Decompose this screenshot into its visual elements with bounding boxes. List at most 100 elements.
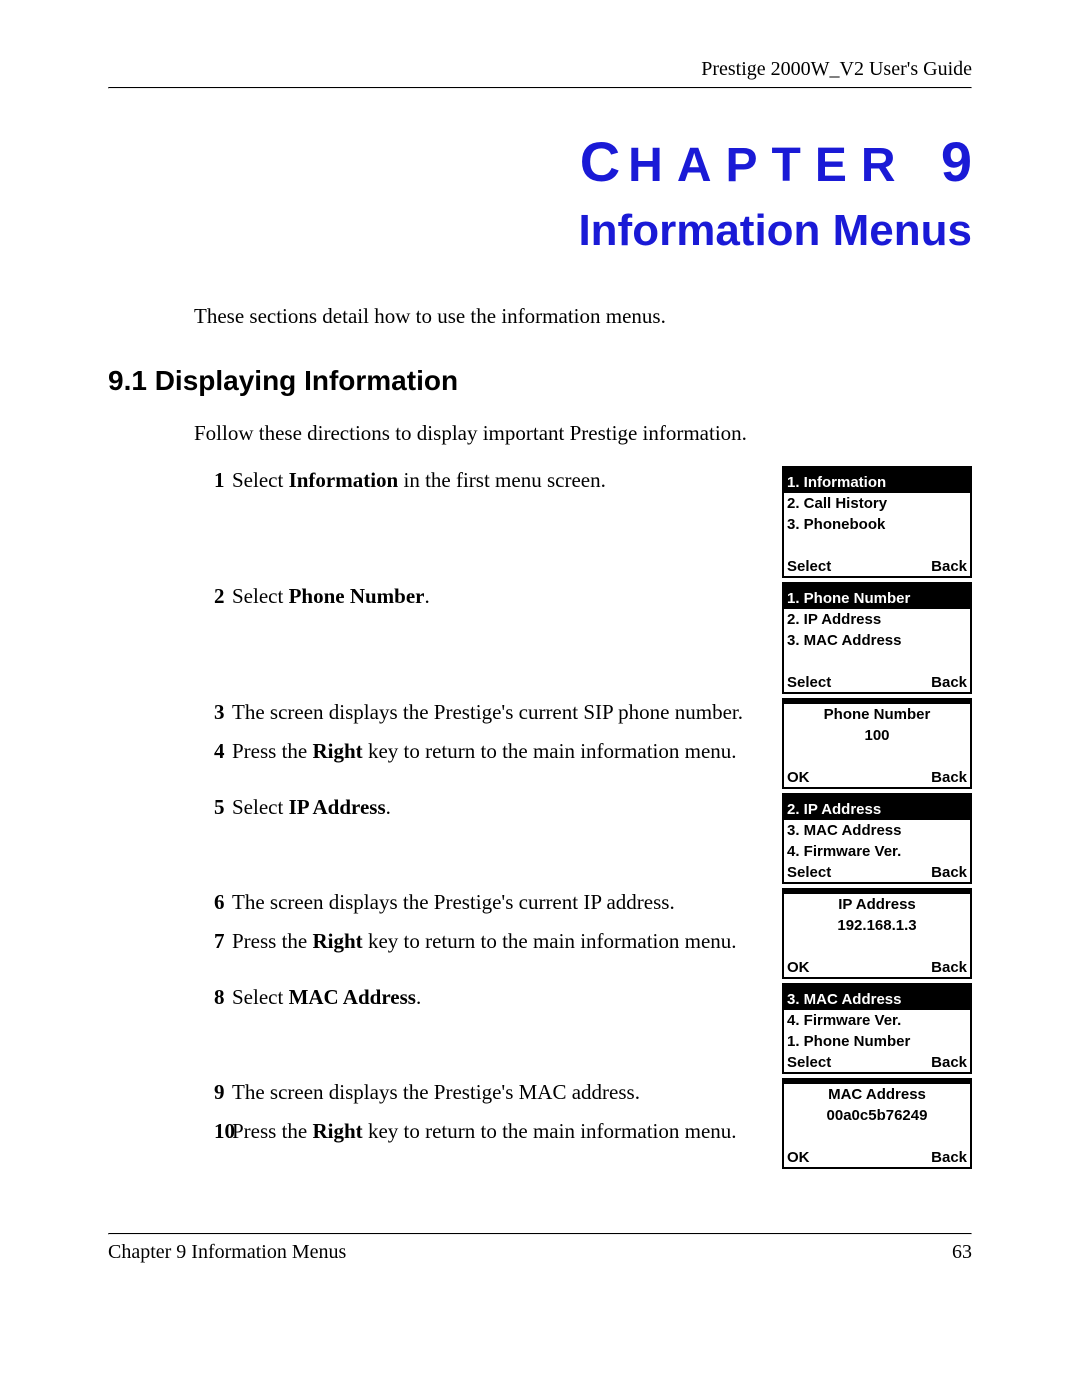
softkey-left: OK	[787, 769, 810, 786]
text: Select	[232, 985, 289, 1009]
step-num: 6	[214, 888, 232, 917]
text: key to return to the main information me…	[363, 929, 737, 953]
screen-row: 3. MAC Address	[784, 630, 970, 651]
step-4: 4 Press the Right key to return to the m…	[214, 737, 770, 766]
screen-row: 4. Firmware Ver.	[784, 841, 970, 862]
screen-blank	[784, 651, 970, 672]
screen-footer: OK Back	[784, 767, 970, 787]
step-num: 3	[214, 698, 232, 727]
chapter-number: 9	[941, 130, 972, 193]
step-row-5: 6 The screen displays the Prestige's cur…	[214, 888, 972, 983]
softkey-left: Select	[787, 1054, 831, 1071]
screen-title: 1. Phone Number	[784, 588, 970, 609]
step-text: Press the Right key to return to the mai…	[232, 737, 737, 766]
chapter-label: CHAPTER 9	[580, 139, 972, 192]
text: Press the	[232, 1119, 313, 1143]
screen-value: 100	[784, 725, 970, 746]
chapter-label-block: CHAPTER 9	[108, 89, 972, 206]
screen-blank	[784, 1126, 970, 1147]
screen-title: 2. IP Address	[784, 799, 970, 820]
bold: Right	[313, 1119, 363, 1143]
bold: IP Address	[289, 795, 386, 819]
step-num: 10	[214, 1117, 232, 1146]
chapter-rest: HAPTER	[628, 139, 909, 192]
screen-footer: Select Back	[784, 862, 970, 882]
step-text: Select MAC Address.	[232, 983, 421, 1012]
text: .	[386, 795, 391, 819]
bold: Phone Number	[289, 584, 425, 608]
chapter-c: C	[580, 130, 628, 193]
step-1: 1 Select Information in the first menu s…	[214, 466, 770, 495]
softkey-right: Back	[931, 864, 967, 881]
step-num: 4	[214, 737, 232, 766]
softkey-left: Select	[787, 674, 831, 691]
step-8: 8 Select MAC Address.	[214, 983, 770, 1012]
screen-5: IP Address 192.168.1.3 OK Back	[782, 888, 972, 979]
step-6: 6 The screen displays the Prestige's cur…	[214, 888, 770, 917]
softkey-left: OK	[787, 1149, 810, 1166]
step-num: 1	[214, 466, 232, 495]
softkey-right: Back	[931, 558, 967, 575]
text: Select	[232, 468, 289, 492]
text: in the first menu screen.	[398, 468, 606, 492]
step-9: 9 The screen displays the Prestige's MAC…	[214, 1078, 770, 1107]
screen-row: 2. Call History	[784, 493, 970, 514]
step-text: The screen displays the Prestige's curre…	[232, 698, 743, 727]
screen-row: 3. Phonebook	[784, 514, 970, 535]
step-10: 10 Press the Right key to return to the …	[214, 1117, 770, 1146]
step-text: The screen displays the Prestige's curre…	[232, 888, 675, 917]
step-num: 8	[214, 983, 232, 1012]
screen-row: 2. IP Address	[784, 609, 970, 630]
footer-line: Chapter 9 Information Menus 63	[108, 1235, 972, 1264]
steps-screens: 1 Select Information in the first menu s…	[214, 466, 972, 1173]
screen-title: IP Address	[784, 894, 970, 915]
softkey-right: Back	[931, 959, 967, 976]
screen-row: 4. Firmware Ver.	[784, 1010, 970, 1031]
screen-blank	[784, 535, 970, 556]
step-row-4: 5 Select IP Address. 2. IP Address 3. MA…	[214, 793, 972, 888]
screen-value: 00a0c5b76249	[784, 1105, 970, 1126]
step-num: 2	[214, 582, 232, 611]
step-text: Press the Right key to return to the mai…	[232, 927, 737, 956]
screen-2: 1. Phone Number 2. IP Address 3. MAC Add…	[782, 582, 972, 694]
softkey-right: Back	[931, 769, 967, 786]
screen-6: 3. MAC Address 4. Firmware Ver. 1. Phone…	[782, 983, 972, 1074]
screen-row: 1. Phone Number	[784, 1031, 970, 1052]
step-2: 2 Select Phone Number.	[214, 582, 770, 611]
bold: Information	[289, 468, 399, 492]
softkey-left: OK	[787, 959, 810, 976]
step-5: 5 Select IP Address.	[214, 793, 770, 822]
screen-footer: OK Back	[784, 957, 970, 977]
step-7: 7 Press the Right key to return to the m…	[214, 927, 770, 956]
screen-title: MAC Address	[784, 1084, 970, 1105]
text: Press the	[232, 739, 313, 763]
step-row-3: 3 The screen displays the Prestige's cur…	[214, 698, 972, 793]
chapter-title: Information Menus	[108, 206, 972, 304]
bold: Right	[313, 929, 363, 953]
screen-value: 192.168.1.3	[784, 915, 970, 936]
step-num: 9	[214, 1078, 232, 1107]
screen-1: 1. Information 2. Call History 3. Phoneb…	[782, 466, 972, 578]
step-text: Select Phone Number.	[232, 582, 430, 611]
step-text: Press the Right key to return to the mai…	[232, 1117, 737, 1146]
page-number: 63	[952, 1241, 972, 1264]
screen-row: 3. MAC Address	[784, 820, 970, 841]
step-num: 5	[214, 793, 232, 822]
screen-title: Phone Number	[784, 704, 970, 725]
step-row-7: 9 The screen displays the Prestige's MAC…	[214, 1078, 972, 1173]
step-row-6: 8 Select MAC Address. 3. MAC Address 4. …	[214, 983, 972, 1078]
softkey-right: Back	[931, 1054, 967, 1071]
screen-3: Phone Number 100 OK Back	[782, 698, 972, 789]
screen-blank	[784, 746, 970, 767]
screen-title: 3. MAC Address	[784, 989, 970, 1010]
running-head: Prestige 2000W_V2 User's Guide	[108, 58, 972, 87]
screen-footer: OK Back	[784, 1147, 970, 1167]
step-num: 7	[214, 927, 232, 956]
screen-footer: Select Back	[784, 1052, 970, 1072]
screen-4: 2. IP Address 3. MAC Address 4. Firmware…	[782, 793, 972, 884]
text: Press the	[232, 929, 313, 953]
step-text: The screen displays the Prestige's MAC a…	[232, 1078, 640, 1107]
softkey-right: Back	[931, 1149, 967, 1166]
section-intro: Follow these directions to display impor…	[194, 421, 972, 446]
screen-blank	[784, 936, 970, 957]
